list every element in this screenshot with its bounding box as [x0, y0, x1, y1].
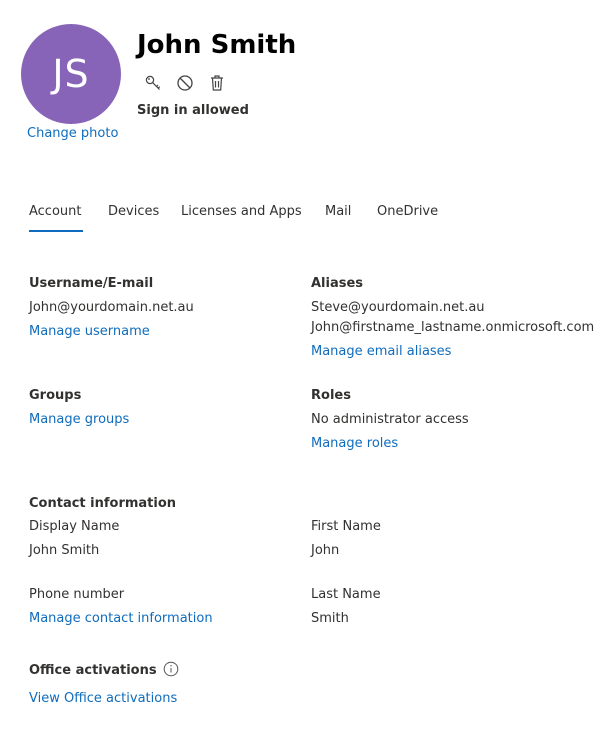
key-icon[interactable]	[143, 73, 163, 93]
display-name-label: Display Name	[29, 519, 120, 534]
signin-status: Sign in allowed	[137, 103, 249, 118]
view-office-activations-link[interactable]: View Office activations	[29, 691, 177, 706]
contact-information-heading: Contact information	[29, 496, 177, 511]
manage-groups-link[interactable]: Manage groups	[29, 412, 129, 427]
alias-value: John@firstname_lastname.onmicrosoft.com	[311, 320, 595, 335]
office-activations-heading: Office activations	[29, 663, 157, 678]
groups-heading: Groups	[29, 388, 82, 403]
display-name-value: John Smith	[29, 543, 100, 558]
first-name-label: First Name	[311, 519, 381, 534]
manage-email-aliases-link[interactable]: Manage email aliases	[311, 344, 451, 359]
info-icon[interactable]	[163, 661, 179, 677]
active-tab-indicator	[29, 230, 83, 232]
username-heading: Username/E-mail	[29, 276, 154, 291]
change-photo-link[interactable]: Change photo	[27, 126, 118, 141]
last-name-value: Smith	[311, 611, 349, 626]
roles-heading: Roles	[311, 388, 351, 403]
user-actions	[143, 73, 227, 93]
block-icon[interactable]	[175, 73, 195, 93]
avatar: JS	[21, 24, 121, 124]
tab-licenses-and-apps[interactable]: Licenses and Apps	[181, 204, 302, 219]
manage-roles-link[interactable]: Manage roles	[311, 436, 398, 451]
page-title: John Smith	[137, 30, 297, 60]
trash-icon[interactable]	[207, 73, 227, 93]
alias-value: Steve@yourdomain.net.au	[311, 300, 485, 315]
first-name-value: John	[311, 543, 340, 558]
avatar-initials: JS	[52, 52, 90, 96]
tab-devices[interactable]: Devices	[108, 204, 159, 219]
tab-onedrive[interactable]: OneDrive	[377, 204, 438, 219]
manage-username-link[interactable]: Manage username	[29, 324, 150, 339]
phone-number-label: Phone number	[29, 587, 125, 602]
username-value: John@yourdomain.net.au	[29, 300, 194, 315]
aliases-heading: Aliases	[311, 276, 364, 291]
last-name-label: Last Name	[311, 587, 381, 602]
roles-value: No administrator access	[311, 412, 469, 427]
office-activations-row: Office activations	[29, 661, 179, 678]
tab-mail[interactable]: Mail	[325, 204, 351, 219]
manage-contact-information-link[interactable]: Manage contact information	[29, 611, 213, 626]
tab-account[interactable]: Account	[29, 204, 82, 219]
